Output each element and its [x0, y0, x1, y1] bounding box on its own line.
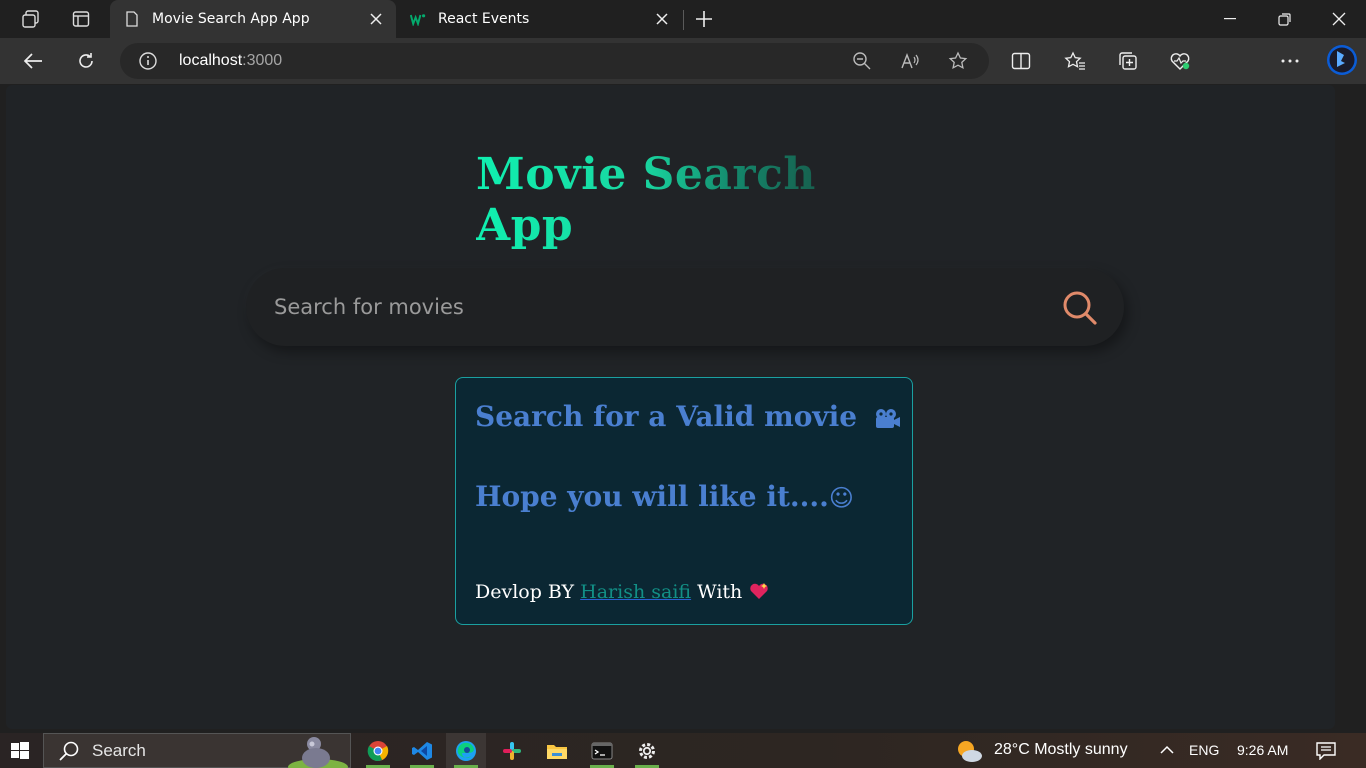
- bing-copilot-icon[interactable]: [1324, 42, 1360, 78]
- tab-movie-search[interactable]: Movie Search App App: [110, 0, 396, 38]
- windows-start-icon[interactable]: [8, 739, 32, 763]
- notifications-icon[interactable]: [1316, 742, 1336, 760]
- browser-tab-strip: Movie Search App App React Events: [0, 0, 1366, 38]
- page-viewport: Movie Search App Search for a Valid movi…: [6, 85, 1335, 729]
- search-bar: [246, 268, 1124, 346]
- read-aloud-icon[interactable]: [899, 50, 921, 72]
- favorites-icon[interactable]: [1059, 45, 1091, 77]
- windows-taskbar: Search 28°C Mostly sunny ENG 9:26 AM: [0, 733, 1366, 768]
- more-options-icon[interactable]: [1274, 45, 1306, 77]
- close-icon[interactable]: [366, 9, 386, 29]
- favorite-star-icon[interactable]: [947, 50, 969, 72]
- restore-button[interactable]: [1257, 0, 1311, 38]
- close-icon[interactable]: [652, 9, 672, 29]
- info-card: Search for a Valid movie Hope you will l…: [455, 377, 913, 625]
- edge-icon: [456, 740, 476, 761]
- zoom-out-icon[interactable]: [851, 50, 873, 72]
- language-indicator[interactable]: ENG: [1189, 742, 1219, 758]
- browser-essentials-icon[interactable]: [1164, 45, 1196, 77]
- info-line-2: Hope you will like it....☺: [475, 480, 854, 513]
- clock[interactable]: 9:26 AM: [1237, 742, 1288, 758]
- search-icon: [1063, 291, 1097, 325]
- folder-icon: [547, 744, 567, 759]
- tab-react-events[interactable]: React Events: [396, 0, 682, 38]
- workspaces-icon[interactable]: [18, 6, 44, 32]
- author-link[interactable]: Harish saifi: [580, 581, 691, 603]
- refresh-button[interactable]: [70, 45, 102, 77]
- tab-title: Movie Search App App: [152, 11, 310, 27]
- taskbar-terminal[interactable]: [582, 733, 622, 768]
- taskbar-edge[interactable]: [446, 733, 486, 768]
- minimize-button[interactable]: [1203, 0, 1257, 38]
- taskbar-slack[interactable]: [492, 733, 532, 768]
- split-screen-icon[interactable]: [1005, 45, 1037, 77]
- w3schools-icon: [410, 11, 426, 27]
- url-text[interactable]: localhost:3000: [179, 52, 282, 70]
- slack-icon: [503, 741, 521, 760]
- page-icon: [124, 11, 140, 27]
- back-button[interactable]: [17, 45, 49, 77]
- gear-icon: [639, 742, 655, 759]
- movie-camera-icon: [875, 408, 900, 428]
- search-input[interactable]: [274, 288, 1034, 326]
- smile-icon: ☺: [828, 484, 854, 512]
- terminal-icon: [591, 742, 613, 759]
- browser-toolbar: localhost:3000: [0, 38, 1366, 114]
- gorilla-illustration-icon: [288, 737, 348, 768]
- vscode-icon: [412, 741, 432, 760]
- close-window-button[interactable]: [1312, 0, 1366, 38]
- taskbar-search-label: Search: [92, 740, 146, 760]
- tab-divider: [683, 10, 684, 30]
- new-tab-button[interactable]: [690, 6, 718, 32]
- app-title: Movie Search App: [476, 149, 896, 251]
- taskbar-search-box[interactable]: Search: [43, 733, 351, 768]
- site-info-icon[interactable]: [138, 51, 158, 71]
- taskbar-chrome[interactable]: [358, 733, 398, 768]
- vertical-tabs-icon[interactable]: [68, 6, 94, 32]
- partly-sunny-icon[interactable]: [955, 739, 983, 763]
- taskbar-file-explorer[interactable]: [537, 733, 577, 768]
- search-icon: [59, 741, 79, 761]
- chrome-icon: [367, 740, 389, 761]
- chevron-up-icon[interactable]: [1160, 745, 1174, 755]
- sparkling-heart-icon: [750, 583, 769, 599]
- app-title-wrap: Movie Search App: [476, 149, 896, 251]
- collections-icon[interactable]: [1112, 45, 1144, 77]
- taskbar-settings[interactable]: [627, 733, 667, 768]
- weather-text[interactable]: 28°C Mostly sunny: [994, 741, 1128, 759]
- card-footer: Devlop BY Harish saifi With: [475, 581, 770, 603]
- info-line-1: Search for a Valid movie: [475, 400, 901, 433]
- tab-title: React Events: [438, 11, 530, 27]
- search-button[interactable]: [1060, 288, 1100, 328]
- address-bar[interactable]: localhost:3000: [120, 43, 989, 79]
- taskbar-vscode[interactable]: [402, 733, 442, 768]
